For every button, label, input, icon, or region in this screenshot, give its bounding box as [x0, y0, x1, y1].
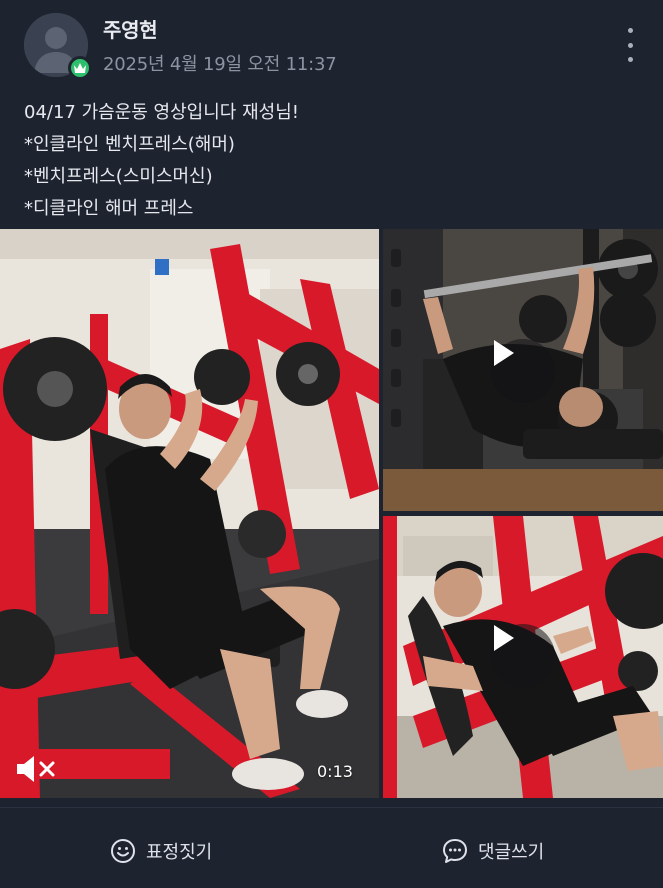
comment-label: 댓글쓰기 [478, 842, 545, 863]
react-button[interactable]: 표정짓기 [110, 836, 212, 866]
author-name[interactable]: 주영현 [103, 14, 158, 43]
mute-icon[interactable] [14, 754, 60, 784]
post-timestamp: 2025년 4월 19일 오전 11:37 [103, 54, 337, 75]
play-icon[interactable] [491, 624, 555, 688]
post-body-line: *인클라인 벤치프레스(해머) [24, 134, 235, 155]
video-duration: 0:13 [317, 762, 353, 781]
more-options-icon[interactable] [620, 28, 640, 62]
play-icon[interactable] [491, 339, 555, 403]
comment-button[interactable]: 댓글쓰기 [442, 836, 544, 866]
react-label: 표정짓기 [146, 842, 213, 863]
post-body-line: *벤치프레스(스미스머신) [24, 166, 213, 187]
post-body: 04/17 가슴운동 영상입니다 재성님! *인클라인 벤치프레스(해머) *벤… [24, 97, 644, 225]
smile-icon [111, 839, 135, 863]
post-actions: 표정짓기 댓글쓰기 [0, 820, 663, 880]
post-body-line: 04/17 가슴운동 영상입니다 재성님! [24, 102, 299, 123]
crown-icon [68, 56, 92, 80]
incline-press-thumbnail [0, 229, 379, 798]
post-body-line: *디클라인 해머 프레스 [24, 198, 194, 219]
video-thumbnail[interactable] [383, 229, 663, 511]
video-thumbnail[interactable] [383, 516, 663, 798]
post-header: 주영현 2025년 4월 19일 오전 11:37 [0, 0, 663, 90]
media-grid: 0:13 [0, 229, 663, 798]
comment-icon [443, 839, 467, 863]
main-video[interactable]: 0:13 [0, 229, 379, 798]
actions-divider [0, 807, 663, 808]
